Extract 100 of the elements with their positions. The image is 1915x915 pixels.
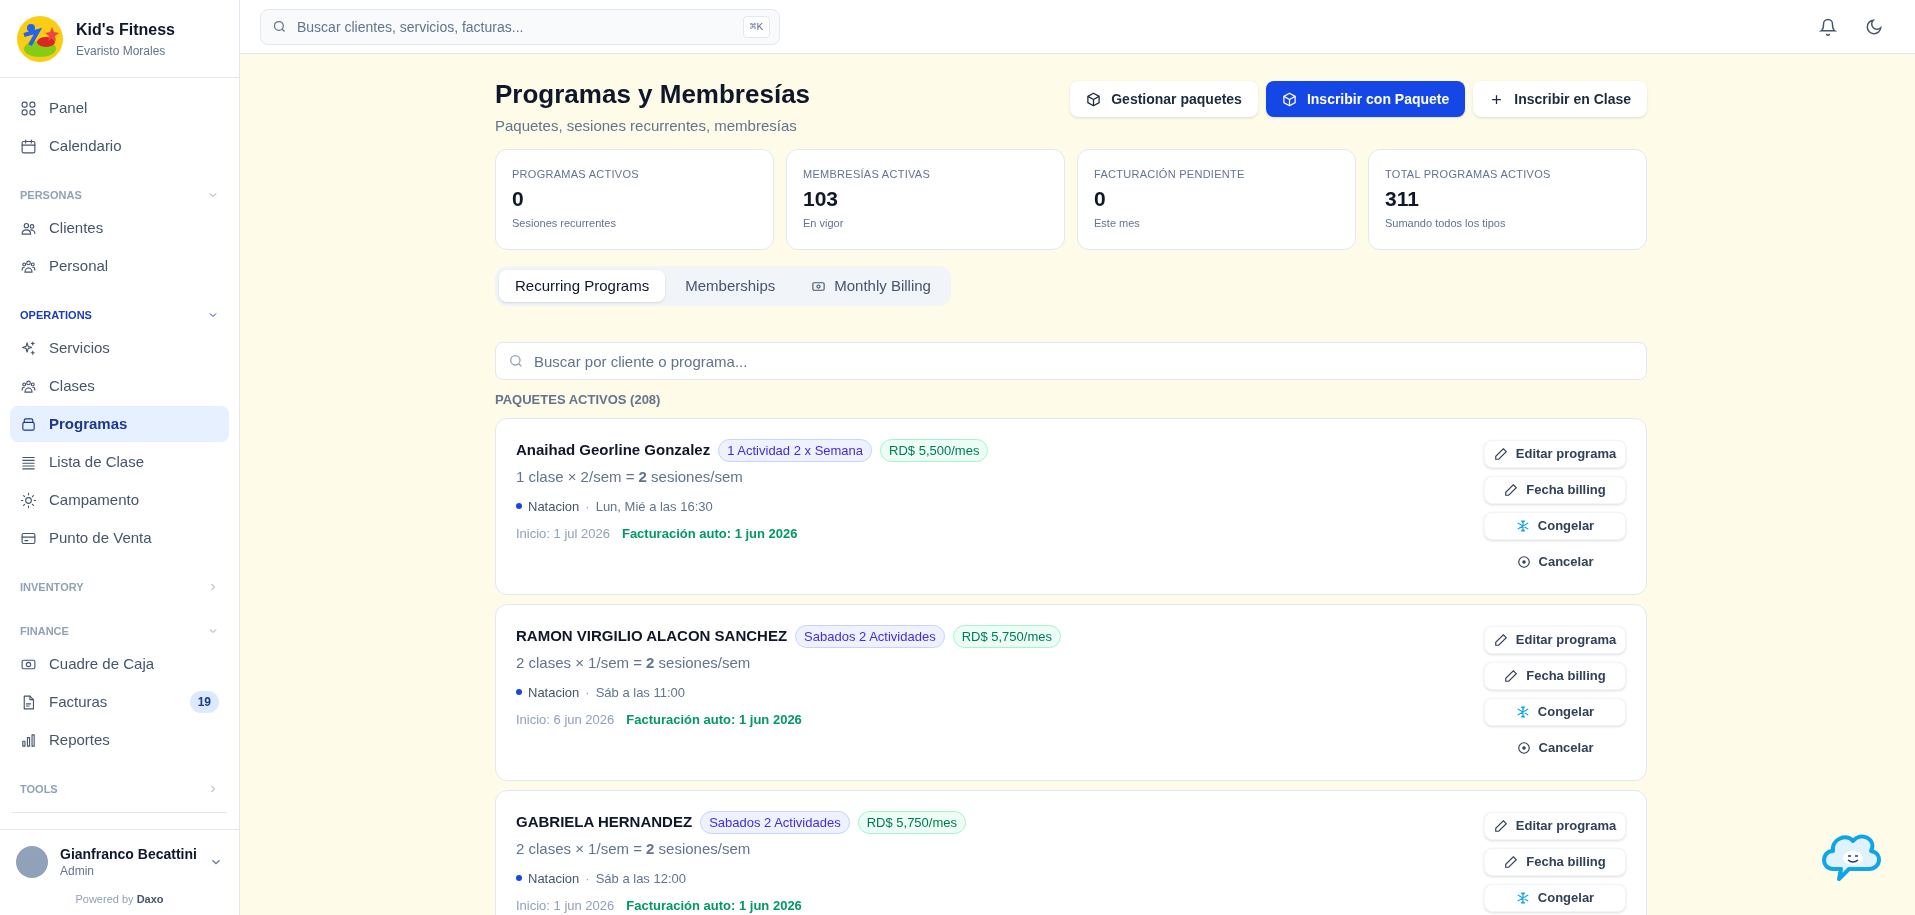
stat-value: 0 [1094,185,1107,212]
user-role: Admin [60,863,95,879]
client-name: RAMON VIRGILIO ALACON SANCHEZ [516,626,788,646]
sidebar-item[interactable]: Servicios [10,330,229,366]
brand-subtitle: Evaristo Morales [76,42,167,60]
powered-by-brand: Daxo [136,892,164,905]
count-badge: 19 [189,691,219,713]
price-tag: RD$ 5,750/mes [952,624,1061,648]
stat-caption: Sumando todos los tipos [1385,215,1507,231]
stat-caption: En vigor [803,215,845,231]
sidebar-item[interactable]: Campamento [10,482,229,518]
sparkles-icon [20,339,37,357]
pencil-icon [1493,632,1508,647]
card-action-button[interactable]: Congelar [1484,883,1626,912]
stat-value: 311 [1385,185,1420,212]
list-search-field[interactable]: Buscar por cliente o programa... [495,342,1647,380]
package-tag: Sabados 2 Actividades [700,810,850,834]
stat-label: PROGRAMAS ACTIVOS [512,167,640,182]
pencil-icon [1493,818,1508,833]
separator-dot: · [585,497,590,516]
stat-label: TOTAL PROGRAMAS ACTIVOS [1385,167,1552,182]
sidebar-item[interactable]: Reportes [10,722,229,758]
action-button[interactable]: Inscribir en Clase [1473,81,1647,117]
card-action-button[interactable]: Editar programa [1484,625,1626,654]
tab[interactable]: Recurring Programs [499,270,666,302]
stat-value: 0 [512,185,525,212]
sidebar-item[interactable]: Calendario [10,128,229,164]
card-action-button[interactable]: Fecha billing [1484,847,1626,876]
card-action-button[interactable]: Editar programa [1484,811,1626,840]
billing-date: Facturación auto: 1 jun 2026 [626,711,802,729]
activity-name: Natacion [528,497,580,516]
price-tag: RD$ 5,750/mes [857,810,966,834]
activity-name: Natacion [528,869,580,888]
client-name: GABRIELA HERNANDEZ [516,812,693,832]
stat-label: MEMBRESÍAS ACTIVAS [803,167,931,182]
separator-dot: · [585,869,590,888]
stat-value: 103 [803,185,840,212]
circle-dot-icon [1516,554,1531,569]
schedule-text: Sáb a las 12:00 [595,869,686,888]
sidebar-item[interactable]: Panel [10,90,229,126]
bell-icon[interactable] [1819,17,1837,36]
separator-dot: · [585,683,590,702]
package-tag: 1 Actividad 2 x Semana [718,438,873,462]
billing-date: Facturación auto: 1 jun 2026 [626,897,802,915]
search-icon [508,353,524,369]
cube-icon [1086,91,1102,107]
grid-icon [20,99,37,117]
cube-icon [1281,91,1297,107]
card-action-button[interactable]: Fecha billing [1484,475,1626,504]
sun-icon [20,491,37,509]
snowflake-icon [1515,704,1530,719]
card-action-button[interactable]: Cancelar [1484,733,1626,762]
powered-by-text: Powered by [75,892,134,905]
sidebar-item[interactable]: Clientes [10,210,229,246]
pencil-icon [1504,854,1519,869]
pencil-icon [1504,668,1519,683]
brand-name: Kid's Fitness [76,19,175,40]
card-action-button[interactable]: Editar programa [1484,439,1626,468]
card-action-button[interactable]: Congelar [1484,511,1626,540]
avatar [16,846,48,879]
container-icon [20,415,37,433]
bar-chart-icon [20,731,37,749]
action-button[interactable]: Inscribir con Paquete [1265,81,1466,117]
list-heading: PAQUETES ACTIVOS (208) [495,391,662,409]
action-button[interactable]: Gestionar paquetes [1070,81,1258,117]
stat-label: FACTURACIÓN PENDIENTE [1094,167,1246,182]
search-icon [272,18,287,34]
sidebar-item[interactable]: Personal [10,248,229,284]
stat-caption: Este mes [1094,215,1141,231]
package-tag: Sabados 2 Actividades [795,624,945,648]
price-tag: RD$ 5,500/mes [880,438,989,462]
session-formula: 2 clases × 1/sem = 2 sesiones/sem [516,839,752,859]
session-formula: 2 clases × 1/sem = 2 sesiones/sem [516,653,752,673]
calendar-icon [20,137,37,155]
logo-icon [16,14,64,63]
tab[interactable]: Monthly Billing [795,270,947,302]
sidebar-item[interactable]: Cuadre de Caja [10,646,229,682]
section-heading[interactable]: OPERATIONS [20,306,92,324]
client-name: Anaihad Georline Gonzalez [516,440,711,460]
sidebar-item[interactable]: Facturas 19 [10,684,229,720]
card-action-button[interactable]: Fecha billing [1484,661,1626,690]
session-formula: 1 clase × 2/sem = 2 sesiones/sem [516,467,744,487]
sidebar-item[interactable]: Programas [10,406,229,442]
pencil-icon [1493,446,1508,461]
page-title: Programas y Membresías [495,78,812,111]
sidebar-item[interactable]: Lista de Clase [10,444,229,480]
start-date: Inicio: 1 jun 2026 [516,897,615,915]
card-action-button[interactable]: Cancelar [1484,547,1626,576]
card-action-button[interactable]: Congelar [1484,697,1626,726]
billing-date: Facturación auto: 1 jun 2026 [621,525,798,543]
pencil-icon [1504,482,1519,497]
sidebar-item[interactable]: Clases [10,368,229,404]
start-date: Inicio: 1 jul 2026 [516,525,610,543]
sidebar-item[interactable]: Punto de Venta [10,520,229,556]
start-date: Inicio: 6 jun 2026 [516,711,615,729]
circle-dot-icon [1516,740,1531,755]
user-name: Gianfranco Becattini [60,846,197,864]
schedule-text: Lun, Mié a las 16:30 [595,497,713,516]
moon-icon[interactable] [1865,17,1883,36]
tab[interactable]: Memberships [669,270,792,302]
